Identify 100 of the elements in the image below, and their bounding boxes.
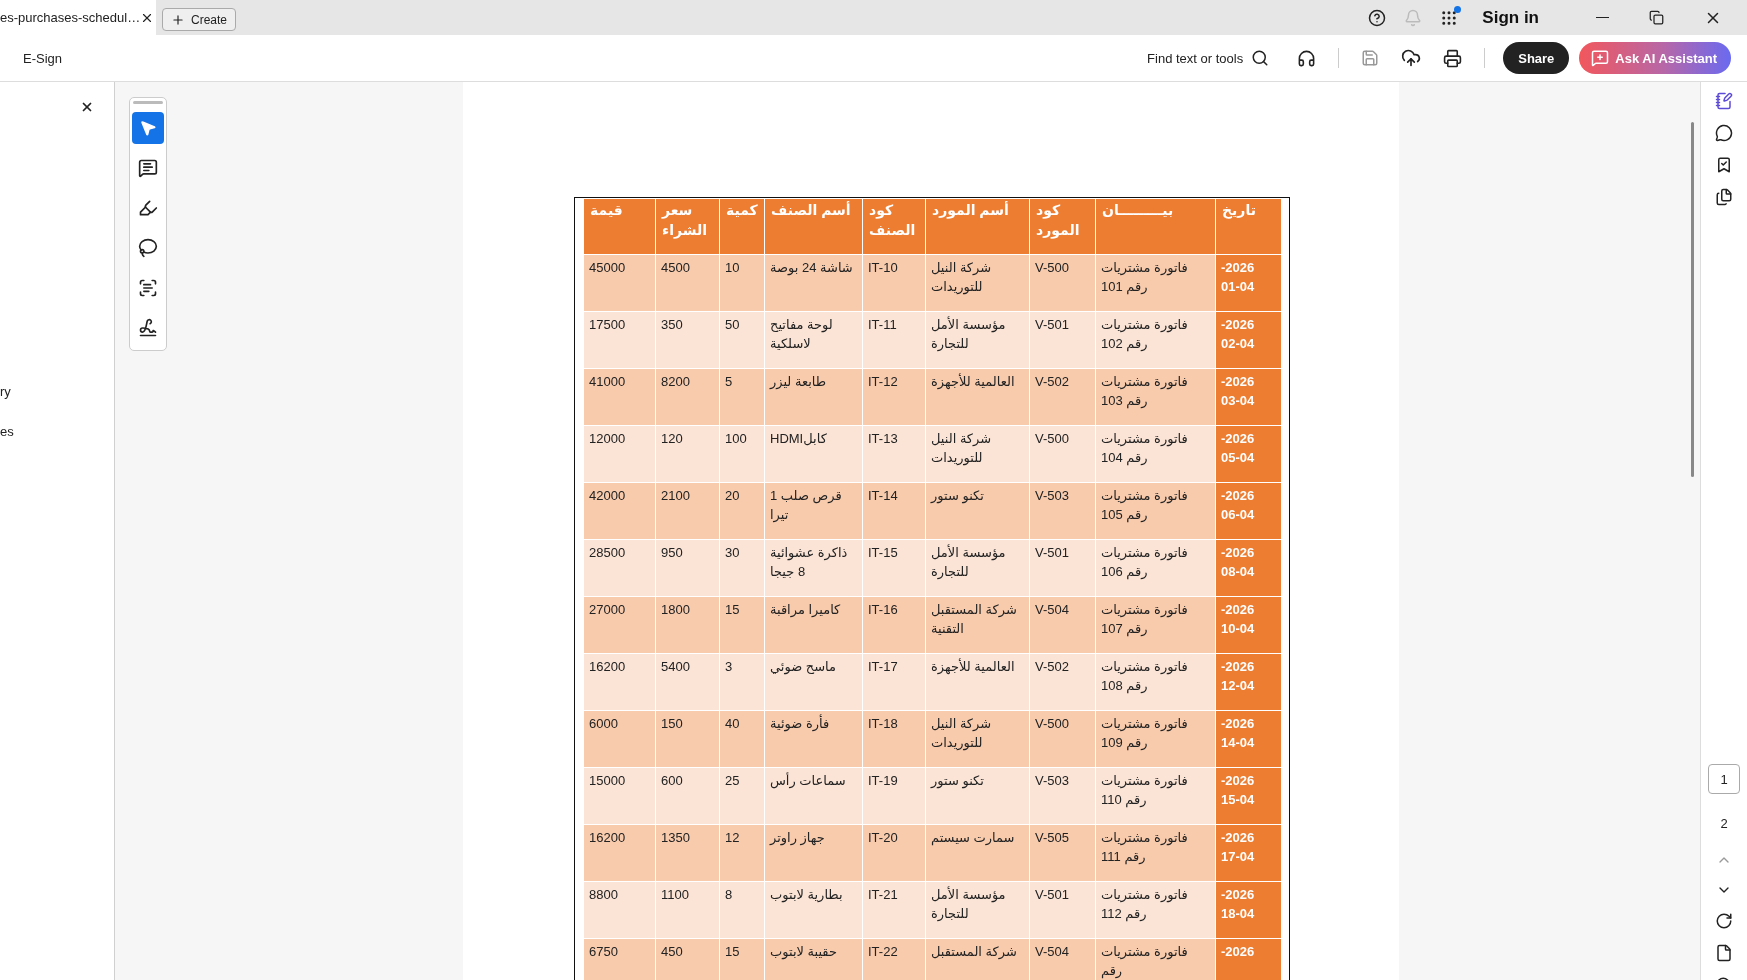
table-cell: 45000 [583, 254, 656, 312]
restore-button[interactable] [1649, 10, 1664, 25]
table-cell: 150 [655, 710, 720, 768]
table-cell: قرص صلب 1 تيرا [764, 482, 863, 540]
signature-icon [138, 318, 158, 338]
e-sign-link[interactable]: E-Sign [23, 50, 63, 66]
help-icon[interactable] [1368, 8, 1387, 27]
close-panel-button[interactable] [80, 100, 94, 114]
table-cell: مؤسسة الأمل للتجارة [925, 881, 1030, 939]
search-icon [1251, 49, 1270, 67]
rotate-icon[interactable] [1715, 912, 1733, 930]
create-button[interactable]: Create [162, 8, 237, 31]
table-cell: IT-14 [862, 482, 926, 540]
table-cell: 50 [719, 311, 765, 369]
table-cell: 15000 [583, 767, 656, 825]
panel-item[interactable]: es [0, 424, 14, 439]
table-cell: سماعات رأس [764, 767, 863, 825]
table-cell: IT-10 [862, 254, 926, 312]
find-tools-button[interactable]: Find text or tools [1141, 48, 1276, 68]
table-cell: 1100 [655, 881, 720, 939]
table-cell: 10 [719, 254, 765, 312]
table-cell: فاتورة مشتريات رقم 108 [1095, 653, 1216, 711]
print-icon[interactable] [1443, 48, 1463, 68]
table-cell: فاتورة مشتريات رقم 103 [1095, 368, 1216, 426]
table-cell: ماسح ضوئي [764, 653, 863, 711]
lasso-icon [138, 238, 158, 258]
table-cell: شركة المستقبل [925, 938, 1030, 980]
ai-assistant-button[interactable]: Ask AI Assistant [1579, 42, 1731, 74]
tab-title: es-purchases-schedul… [0, 10, 141, 25]
table-cell: V-505 [1029, 824, 1096, 882]
table-cell: 120 [655, 425, 720, 483]
table-cell: 15 [719, 938, 765, 980]
table-cell: 100 [719, 425, 765, 483]
column-header: أسم المورد [925, 198, 1030, 255]
table-cell: 350 [655, 311, 720, 369]
column-header: كود الصنف [862, 198, 926, 255]
table-cell: 40 [719, 710, 765, 768]
share-button[interactable]: Share [1503, 42, 1570, 74]
table-cell: -2026 17-04 [1215, 824, 1282, 882]
document-tab[interactable]: es-purchases-schedul… [0, 0, 156, 35]
table-cell: كاميرا مراقبة [764, 596, 863, 654]
table-cell: 17500 [583, 311, 656, 369]
column-header: تاريخ [1215, 198, 1282, 255]
table-cell: 950 [655, 539, 720, 597]
table-cell: IT-17 [862, 653, 926, 711]
table-cell: سمارت سيستم [925, 824, 1030, 882]
upload-icon[interactable] [1401, 48, 1422, 68]
scrollbar[interactable] [1691, 122, 1694, 477]
table-cell: 41000 [583, 368, 656, 426]
table-cell: -2026 [1215, 938, 1282, 980]
restore-icon [1649, 10, 1664, 25]
table-cell: شاشة 24 بوصة [764, 254, 863, 312]
table-cell: V-501 [1029, 311, 1096, 369]
table-cell: 15 [719, 596, 765, 654]
table-cell: 12 [719, 824, 765, 882]
table-cell: IT-20 [862, 824, 926, 882]
page-fit-icon[interactable] [1715, 944, 1733, 962]
table-cell: 28500 [583, 539, 656, 597]
table-cell: فاتورة مشتريات رقم [1095, 938, 1216, 980]
table-cell: 600 [655, 767, 720, 825]
table-cell: جهاز راوتر [764, 824, 863, 882]
table-cell: شركة النيل للتوريدات [925, 710, 1030, 768]
table-cell: العالمية للأجهزة [925, 368, 1030, 426]
table-cell: تكنو ستور [925, 482, 1030, 540]
table-cell: شركة النيل للتوريدات [925, 254, 1030, 312]
table-cell: IT-19 [862, 767, 926, 825]
table-cell: فأرة ضوئية [764, 710, 863, 768]
page-number[interactable]: 1 [1708, 764, 1740, 794]
table-cell: لوحة مفاتيح لاسلكية [764, 311, 863, 369]
panel-item[interactable]: ry [0, 384, 11, 399]
table-cell: فاتورة مشتريات رقم 110 [1095, 767, 1216, 825]
highlighter-icon [138, 198, 158, 218]
headphones-icon[interactable] [1297, 48, 1317, 68]
table-cell: V-501 [1029, 881, 1096, 939]
table-cell: HDMIكابل [764, 425, 863, 483]
comment-icon[interactable] [1715, 124, 1733, 142]
pointer-icon [139, 119, 157, 137]
pages-icon[interactable] [1715, 188, 1733, 206]
table-cell: -2026 18-04 [1215, 881, 1282, 939]
column-header: بيـــــــــان [1095, 198, 1216, 255]
sign-in-button[interactable]: Sign in [1476, 6, 1545, 29]
save-icon[interactable] [1361, 49, 1380, 67]
table-cell: 2100 [655, 482, 720, 540]
table-cell: 20 [719, 482, 765, 540]
notes-icon[interactable] [1715, 92, 1733, 110]
bookmark-icon[interactable] [1715, 156, 1733, 174]
table-cell: 8200 [655, 368, 720, 426]
table-cell: مؤسسة الأمل للتجارة [925, 539, 1030, 597]
table-cell: -2026 01-04 [1215, 254, 1282, 312]
table-cell: فاتورة مشتريات رقم 104 [1095, 425, 1216, 483]
table-cell: ذاكرة عشوائية 8 جيجا [764, 539, 863, 597]
table-cell: 450 [655, 938, 720, 980]
minimize-button[interactable] [1596, 16, 1609, 19]
table-cell: 6000 [583, 710, 656, 768]
table-cell: -2026 06-04 [1215, 482, 1282, 540]
table-cell: V-504 [1029, 938, 1096, 980]
table-cell: فاتورة مشتريات رقم 106 [1095, 539, 1216, 597]
table-cell: بطارية لابتوب [764, 881, 863, 939]
table-cell: 8800 [583, 881, 656, 939]
table-cell: 1800 [655, 596, 720, 654]
